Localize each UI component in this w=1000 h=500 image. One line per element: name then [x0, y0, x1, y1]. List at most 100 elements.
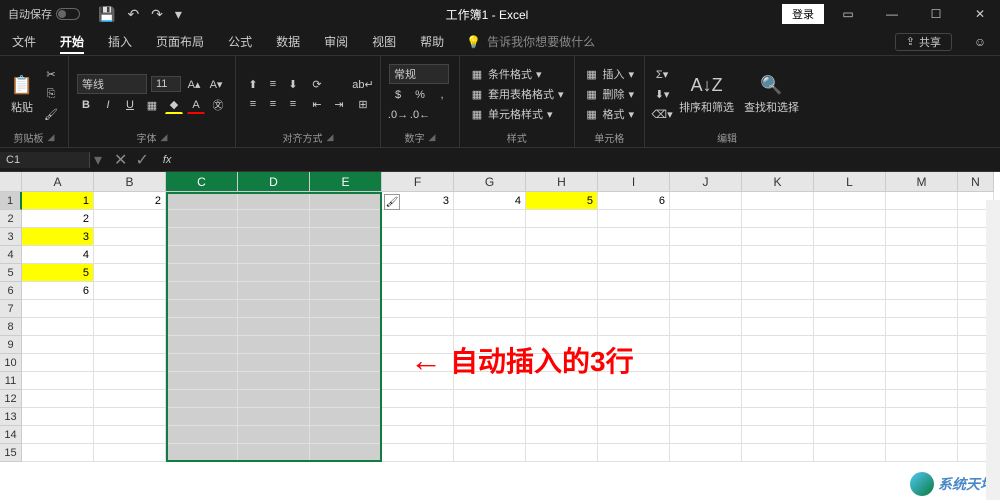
conditional-format-button[interactable]: ▦条件格式▾ — [468, 65, 566, 83]
cell-I7[interactable] — [598, 300, 670, 318]
decrease-indent-icon[interactable]: ⇤ — [308, 95, 326, 113]
cell-I4[interactable] — [598, 246, 670, 264]
cell-D5[interactable] — [238, 264, 310, 282]
cell-J11[interactable] — [670, 372, 742, 390]
cell-L8[interactable] — [814, 318, 886, 336]
cell-A5[interactable]: 5 — [22, 264, 94, 282]
cell-G9[interactable] — [454, 336, 526, 354]
cell-H4[interactable] — [526, 246, 598, 264]
cell-F3[interactable] — [382, 228, 454, 246]
cell-A1[interactable]: 1 — [22, 192, 94, 210]
cell-K10[interactable] — [742, 354, 814, 372]
cell-I14[interactable] — [598, 426, 670, 444]
cell-J5[interactable] — [670, 264, 742, 282]
cell-B8[interactable] — [94, 318, 166, 336]
cell-G1[interactable]: 4 — [454, 192, 526, 210]
cell-B1[interactable]: 2 — [94, 192, 166, 210]
tab-data[interactable]: 数据 — [264, 28, 312, 56]
cell-H7[interactable] — [526, 300, 598, 318]
col-header-E[interactable]: E — [310, 172, 382, 192]
row-header-15[interactable]: 15 — [0, 444, 22, 462]
cell-I2[interactable] — [598, 210, 670, 228]
tab-home[interactable]: 开始 — [48, 28, 96, 56]
tab-insert[interactable]: 插入 — [96, 28, 144, 56]
row-header-2[interactable]: 2 — [0, 210, 22, 228]
cell-J2[interactable] — [670, 210, 742, 228]
col-header-I[interactable]: I — [598, 172, 670, 192]
cell-J1[interactable] — [670, 192, 742, 210]
cell-E2[interactable] — [310, 210, 382, 228]
cell-H2[interactable] — [526, 210, 598, 228]
comma-icon[interactable]: , — [433, 86, 451, 104]
cell-L5[interactable] — [814, 264, 886, 282]
cell-E7[interactable] — [310, 300, 382, 318]
row-header-9[interactable]: 9 — [0, 336, 22, 354]
cell-G3[interactable] — [454, 228, 526, 246]
cell-J14[interactable] — [670, 426, 742, 444]
col-header-F[interactable]: F — [382, 172, 454, 192]
col-header-A[interactable]: A — [22, 172, 94, 192]
cell-M14[interactable] — [886, 426, 958, 444]
cell-K11[interactable] — [742, 372, 814, 390]
cell-E1[interactable] — [310, 192, 382, 210]
cell-B12[interactable] — [94, 390, 166, 408]
cell-M3[interactable] — [886, 228, 958, 246]
number-launcher-icon[interactable]: ◢ — [429, 132, 436, 143]
increase-font-icon[interactable]: A▴ — [185, 75, 203, 93]
cell-M1[interactable] — [886, 192, 958, 210]
cell-L1[interactable] — [814, 192, 886, 210]
cell-J10[interactable] — [670, 354, 742, 372]
orientation-icon[interactable]: ⟳ — [308, 75, 326, 93]
cell-M9[interactable] — [886, 336, 958, 354]
tab-layout[interactable]: 页面布局 — [144, 28, 216, 56]
cell-F14[interactable] — [382, 426, 454, 444]
clipboard-launcher-icon[interactable]: ◢ — [48, 132, 55, 143]
save-icon[interactable]: 💾 — [98, 6, 115, 23]
cell-K12[interactable] — [742, 390, 814, 408]
cell-G10[interactable] — [454, 354, 526, 372]
cell-M13[interactable] — [886, 408, 958, 426]
font-launcher-icon[interactable]: ◢ — [161, 132, 168, 143]
align-center-icon[interactable]: ≡ — [264, 95, 282, 113]
cell-L10[interactable] — [814, 354, 886, 372]
col-header-D[interactable]: D — [238, 172, 310, 192]
col-header-M[interactable]: M — [886, 172, 958, 192]
redo-icon[interactable]: ↷ — [151, 6, 163, 23]
cell-H10[interactable] — [526, 354, 598, 372]
decrease-decimal-icon[interactable]: .0← — [411, 106, 429, 124]
cell-E6[interactable] — [310, 282, 382, 300]
cancel-formula-icon[interactable]: ✕ — [114, 150, 127, 170]
cell-H15[interactable] — [526, 444, 598, 462]
row-header-14[interactable]: 14 — [0, 426, 22, 444]
cell-H12[interactable] — [526, 390, 598, 408]
name-box-dropdown-icon[interactable]: ▾ — [90, 150, 106, 170]
undo-icon[interactable]: ↶ — [127, 6, 139, 23]
cell-M4[interactable] — [886, 246, 958, 264]
cell-J3[interactable] — [670, 228, 742, 246]
cell-D10[interactable] — [238, 354, 310, 372]
cell-L15[interactable] — [814, 444, 886, 462]
cell-F10[interactable] — [382, 354, 454, 372]
bold-icon[interactable]: B — [77, 96, 95, 114]
cell-C9[interactable] — [166, 336, 238, 354]
cell-L13[interactable] — [814, 408, 886, 426]
row-header-7[interactable]: 7 — [0, 300, 22, 318]
cell-F5[interactable] — [382, 264, 454, 282]
smiley-feedback-icon[interactable]: ☺ — [960, 28, 1000, 56]
cell-B10[interactable] — [94, 354, 166, 372]
close-icon[interactable]: ✕ — [960, 0, 1000, 28]
row-header-10[interactable]: 10 — [0, 354, 22, 372]
cell-C13[interactable] — [166, 408, 238, 426]
paste-button[interactable]: 📋 粘贴 — [8, 71, 36, 117]
fx-label[interactable]: fx — [157, 154, 178, 166]
font-name-select[interactable]: 等线 — [77, 74, 147, 94]
tab-view[interactable]: 视图 — [360, 28, 408, 56]
font-color-icon[interactable]: A — [187, 96, 205, 114]
cell-C3[interactable] — [166, 228, 238, 246]
cell-L2[interactable] — [814, 210, 886, 228]
cell-B5[interactable] — [94, 264, 166, 282]
cell-D3[interactable] — [238, 228, 310, 246]
row-header-12[interactable]: 12 — [0, 390, 22, 408]
cell-L11[interactable] — [814, 372, 886, 390]
cell-L3[interactable] — [814, 228, 886, 246]
